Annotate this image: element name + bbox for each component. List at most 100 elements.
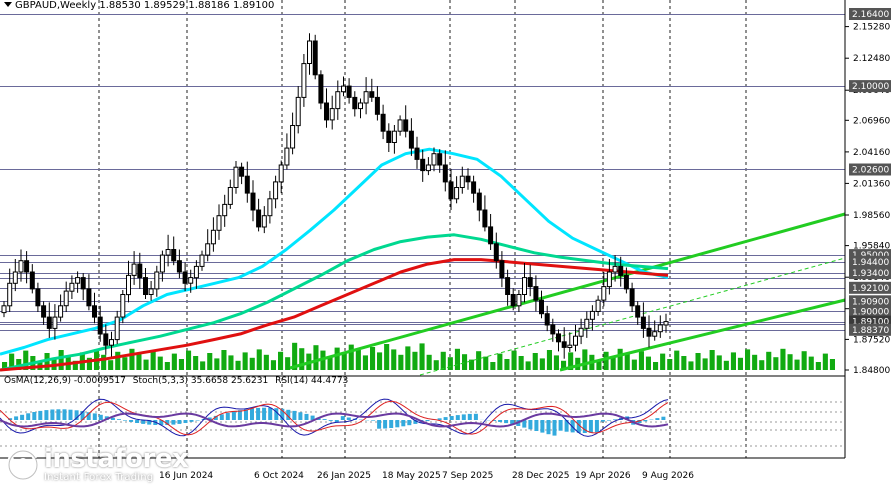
candle-bull	[69, 282, 75, 292]
volume-bar	[115, 351, 121, 370]
volume-bar	[447, 357, 453, 370]
osma-bar	[540, 420, 545, 433]
volume-bar	[603, 351, 609, 370]
candle-bear	[171, 249, 177, 262]
volume-bar	[207, 353, 213, 370]
level-label: 2.16400	[852, 10, 889, 20]
candle-bull	[595, 299, 601, 313]
stoch-label: Stoch(5,3,3) 35.6658 25.6231	[132, 376, 269, 386]
candle-bull	[295, 96, 301, 127]
osma-bar	[195, 420, 200, 421]
volume-bar	[157, 356, 163, 370]
level-label: 2.10000	[852, 82, 889, 92]
candle-bull	[273, 181, 279, 200]
candle-bear	[556, 333, 561, 343]
candle-bear	[493, 243, 499, 262]
osma-bar	[498, 420, 503, 422]
volume-bar	[801, 351, 807, 370]
volume-bar	[631, 359, 637, 370]
volume-bar	[58, 350, 64, 370]
candle-bull	[578, 327, 584, 337]
dropdown-arrow-icon[interactable]	[4, 2, 12, 7]
volume-bar	[313, 345, 319, 370]
candle-bear	[488, 226, 494, 245]
candle-bull	[227, 187, 233, 205]
volume-bar	[794, 359, 800, 370]
osma-bar	[467, 413, 472, 420]
candle-bull	[278, 164, 284, 183]
candle-bull	[159, 254, 165, 273]
candle-bull	[18, 260, 24, 273]
candle-bull	[216, 215, 222, 231]
volume-bar	[773, 357, 779, 370]
volume-bar	[667, 359, 673, 370]
volume-bar	[391, 349, 397, 370]
volume-bar	[122, 357, 128, 370]
volume-bar	[186, 350, 192, 370]
volume-bar	[362, 355, 368, 370]
candle-bull	[397, 119, 403, 132]
x-tick-label: 19 Apr 2026	[575, 471, 631, 481]
volume-bar	[278, 351, 284, 370]
candle-bear	[640, 316, 646, 329]
candle-bull	[154, 271, 160, 290]
osma-bar	[292, 410, 297, 420]
osma-bar	[129, 420, 134, 422]
volume-bar	[688, 361, 694, 370]
osma-bar	[256, 407, 261, 420]
osma-bar	[607, 420, 611, 421]
candle-bull	[222, 203, 228, 217]
candle-bear	[352, 96, 358, 110]
candle-bear	[380, 113, 386, 132]
osma-bar	[177, 420, 182, 424]
volume-bar	[808, 356, 814, 370]
volume-bar	[709, 350, 715, 370]
y-tick-label: 2.15280	[853, 23, 890, 33]
volume-bar	[539, 358, 545, 370]
candle-bull	[233, 166, 239, 188]
volume-bar	[221, 350, 227, 370]
chart-title: GBPAUD,Weekly 1.88530 1.89529 1.88186 1.…	[4, 0, 274, 11]
volume-bar	[348, 344, 354, 370]
volume-bar	[645, 356, 651, 370]
osma-bar	[655, 418, 660, 420]
candle-bull	[188, 277, 194, 284]
y-tick-label: 1.87520	[853, 335, 890, 345]
osma-bar	[643, 420, 648, 422]
y-tick-label: 2.06960	[853, 116, 890, 126]
candle-bear	[465, 175, 471, 183]
oscillator-legend: OsMA(12,26,9) -0.0009517 Stoch(5,3,3) 35…	[4, 376, 352, 386]
volume-bar	[497, 353, 503, 370]
osma-bar	[14, 416, 19, 420]
candle-bull	[199, 254, 205, 267]
price-chart[interactable]: 2.152802.124802.096402.069602.041602.013…	[0, 0, 891, 487]
osma-bar	[449, 416, 454, 420]
symbol-label: GBPAUD,Weekly	[15, 0, 97, 11]
osma-bar	[298, 412, 303, 420]
logo-name: instaforex	[44, 444, 189, 474]
osma-bar	[68, 409, 73, 420]
candle-bull	[7, 282, 13, 307]
candle-bull	[12, 271, 18, 284]
candle-bull	[126, 274, 131, 296]
candle-bear	[143, 277, 148, 296]
volume-bar	[546, 350, 552, 370]
osma-bar	[661, 416, 666, 420]
osma-bar	[304, 413, 309, 420]
volume-bar	[150, 351, 156, 370]
candle-bear	[386, 130, 392, 143]
candle-bear	[635, 305, 641, 318]
candle-bear	[324, 102, 329, 121]
candle-bear	[176, 260, 182, 273]
candle-bull	[573, 335, 578, 346]
osma-bar	[371, 420, 376, 421]
osma-bar	[20, 414, 25, 420]
volume-bar	[341, 353, 347, 370]
level-label: 1.93400	[852, 269, 889, 279]
osma-bar	[425, 420, 430, 422]
osma-bar	[231, 411, 236, 420]
low-value: 1.88186	[188, 0, 230, 11]
candle-bear	[250, 192, 256, 211]
osma-bar	[189, 420, 194, 422]
osma-bar	[600, 420, 605, 422]
